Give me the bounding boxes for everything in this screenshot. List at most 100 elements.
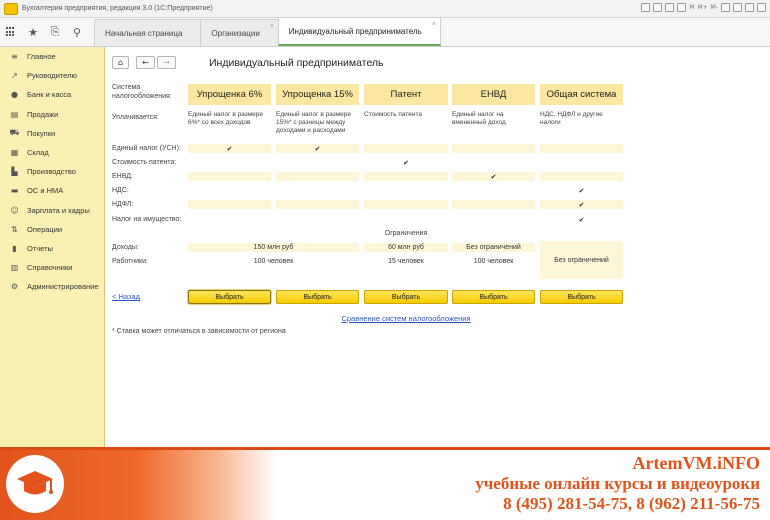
- sidebar-item-reports[interactable]: ▮ Отчеты: [0, 239, 104, 258]
- tab-organizations[interactable]: Организации ×: [200, 19, 279, 46]
- check-icon: ✔: [403, 158, 409, 167]
- back-link[interactable]: < Назад: [112, 292, 140, 301]
- sidebar-item-warehouse[interactable]: ▦ Склад: [0, 143, 104, 162]
- banner-site-name: ArtemVM.iNFO: [632, 453, 760, 473]
- sidebar-item-production[interactable]: ▙ Производство: [0, 162, 104, 181]
- sidebar-item-directories[interactable]: ▥ Справочники: [0, 258, 104, 277]
- coin-icon: ●: [11, 90, 18, 100]
- back-arrow-button[interactable]: ←: [136, 56, 155, 69]
- star-icon[interactable]: [677, 3, 687, 12]
- history-icon[interactable]: ⎘: [44, 18, 66, 46]
- sidebar-item-purchases[interactable]: ⛟ Покупки: [0, 124, 104, 143]
- forward-arrow-button[interactable]: →: [157, 56, 176, 69]
- sidebar-item-bank[interactable]: ● Банк и касса: [0, 85, 104, 104]
- cell-usn-general: [540, 144, 623, 153]
- cell-envd-envd: ✔: [452, 172, 535, 181]
- restrictions-title: Ограничения: [384, 230, 428, 237]
- sidebar-item-label: ОС и НМА: [27, 186, 64, 196]
- check-icon: ✔: [578, 200, 585, 209]
- workers-limit-patent: 15 человек: [388, 258, 424, 265]
- chart-icon: ▮: [12, 243, 17, 253]
- cell-envd-usn15: [276, 172, 359, 181]
- menu-icon: ≡: [11, 52, 18, 62]
- sidebar-item-label: Справочники: [27, 263, 73, 273]
- sales-icon: ▤: [10, 109, 19, 119]
- cell-ndfl-usn15: [276, 200, 359, 209]
- cell-ndfl-envd: [452, 200, 535, 209]
- choose-patent-button[interactable]: Выбрать: [364, 290, 448, 304]
- label-patent-cost: Стоимость патента:: [112, 159, 177, 166]
- choose-usn-6-button[interactable]: Выбрать: [188, 290, 271, 304]
- memory-minus-indicator[interactable]: M-: [711, 4, 718, 11]
- app-logo-icon: [4, 2, 18, 15]
- tab-home-page[interactable]: Начальная страница: [94, 19, 202, 46]
- gear-icon: ⚙: [10, 282, 19, 292]
- sidebar-item-sales[interactable]: ▤ Продажи: [0, 105, 104, 124]
- home-icon[interactable]: [665, 3, 675, 12]
- desc-usn-15: Единый налог в размере 15%* с разницы ме…: [276, 111, 352, 134]
- income-limit-usn: 150 млн руб: [188, 243, 359, 252]
- desc-usn-6: Единый налог в размере 6%* со всех доход…: [188, 111, 264, 126]
- cell-ndfl-patent: [364, 200, 448, 209]
- label-property-tax: Налог на имущество:: [112, 216, 182, 223]
- label-ndfl: НДФЛ:: [112, 201, 134, 208]
- cell-usn-envd: [452, 144, 535, 153]
- label-nds: НДС:: [112, 187, 129, 194]
- minimize-icon[interactable]: [733, 3, 742, 12]
- sidebar-item-main[interactable]: ≡ Главное: [0, 47, 104, 66]
- workers-limit-usn: 100 человек: [253, 258, 294, 265]
- sidebar-item-label: Администрирование: [27, 282, 99, 292]
- sidebar-item-fixed-assets[interactable]: ▬ ОС и НМА: [0, 181, 104, 200]
- choose-envd-button[interactable]: Выбрать: [452, 290, 535, 304]
- book-icon: ▥: [10, 263, 19, 273]
- search-icon[interactable]: ⚲: [66, 18, 88, 46]
- cell-envd-patent: [364, 172, 448, 181]
- banner-phones: 8 (495) 281-54-75, 8 (962) 211-56-75: [503, 494, 760, 513]
- cell-envd-usn6: [188, 172, 271, 181]
- cell-usn-usn15: ✔: [276, 144, 359, 153]
- header-envd: ЕНВД: [452, 84, 535, 105]
- sidebar-item-administration[interactable]: ⚙ Администрирование: [0, 277, 104, 296]
- sidebar-item-label: Руководителю: [27, 71, 78, 81]
- choose-usn-15-button[interactable]: Выбрать: [276, 290, 359, 304]
- desc-general: НДС, НДФЛ и другие налоги: [540, 111, 603, 126]
- cell-envd-general: [540, 172, 623, 181]
- home-button[interactable]: ⌂: [112, 56, 129, 69]
- apps-grid-icon[interactable]: [0, 18, 22, 46]
- check-icon: ✔: [578, 186, 585, 195]
- maximize-icon[interactable]: [745, 3, 754, 12]
- main-content: ⌂ ← → Индивидуальный предприниматель Сис…: [106, 47, 770, 447]
- tab-individual-entrepreneur[interactable]: Индивидуальный предприниматель ×: [277, 17, 441, 46]
- favorites-star-icon[interactable]: ★: [22, 18, 44, 46]
- memory-indicator[interactable]: M: [689, 4, 694, 11]
- sidebar-item-director[interactable]: ↗ Руководителю: [0, 66, 104, 85]
- save-icon[interactable]: [641, 3, 651, 12]
- info-icon[interactable]: [721, 3, 730, 12]
- sidebar-item-label: Главное: [27, 52, 56, 62]
- print-icon[interactable]: [653, 3, 663, 12]
- general-no-limits: Без ограничений: [540, 241, 623, 279]
- label-pays: Уплачивается:: [112, 114, 159, 121]
- factory-icon: ▙: [11, 167, 18, 177]
- desc-envd: Единый налог на вмененный доход: [452, 111, 506, 126]
- sidebar-item-operations[interactable]: ⇅ Операции: [0, 220, 104, 239]
- cell-nds-general: ✔: [540, 186, 623, 195]
- tab-close-icon[interactable]: ×: [432, 21, 436, 28]
- sidebar-item-salary[interactable]: ☺ Зарплата и кадры: [0, 201, 104, 220]
- tab-close-icon[interactable]: ×: [270, 23, 274, 30]
- titlebar-controls: M M+ M-: [638, 3, 766, 12]
- operations-icon: ⇅: [11, 224, 18, 234]
- check-icon: ✔: [578, 215, 585, 224]
- label-income: Доходы:: [112, 244, 139, 251]
- sidebar-item-label: Зарплата и кадры: [27, 205, 90, 215]
- choose-general-button[interactable]: Выбрать: [540, 290, 623, 304]
- header-general: Общая система: [540, 84, 623, 105]
- banner-stripe: [0, 447, 770, 450]
- page-title: Индивидуальный предприниматель: [209, 57, 384, 69]
- compare-systems-link[interactable]: Сравнение систем налогообложения: [286, 314, 526, 323]
- banner-subtitle: учебные онлайн курсы и видеоуроки: [475, 474, 760, 493]
- close-icon[interactable]: [757, 3, 766, 12]
- promo-banner: ArtemVM.iNFO учебные онлайн курсы и виде…: [0, 447, 770, 520]
- cell-property-general: ✔: [540, 215, 623, 224]
- memory-plus-indicator[interactable]: M+: [697, 4, 707, 11]
